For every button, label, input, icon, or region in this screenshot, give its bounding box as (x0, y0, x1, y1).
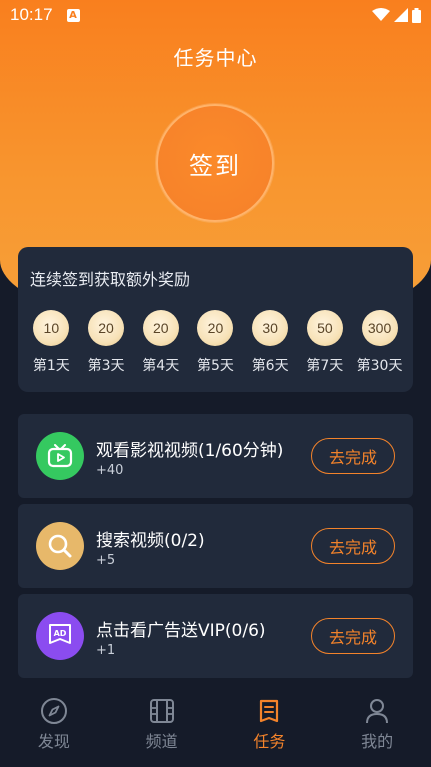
day-label: 第3天 (87, 358, 125, 374)
ad-icon: AD (36, 612, 84, 660)
tab-label: 发现 (37, 732, 70, 751)
task-name: 观看影视视频(1/60分钟) (96, 441, 284, 461)
status-time: 10:17 (10, 5, 53, 24)
task-card-watch-video: 观看影视视频(1/60分钟) +40 去完成 (18, 414, 413, 498)
streak-day: 20 第4天 (135, 310, 187, 375)
streak-day: 30 第6天 (244, 310, 296, 375)
task-reward: +40 (96, 463, 124, 478)
status-bar: 10:17 A (0, 0, 431, 30)
tab-mine[interactable]: 我的 (324, 686, 431, 767)
tab-label: 我的 (361, 732, 394, 751)
task-reward: +1 (96, 643, 116, 658)
complete-task-button[interactable]: 去完成 (311, 618, 395, 654)
signal-icon (394, 8, 408, 22)
day-label: 第1天 (32, 358, 70, 374)
day-label: 第6天 (251, 358, 289, 374)
tab-discover[interactable]: 发现 (0, 686, 107, 767)
tab-label: 频道 (145, 732, 178, 751)
battery-icon (412, 7, 421, 23)
streak-rewards-card: 连续签到获取额外奖励 10 第1天 20 第3天 20 第4天 20 第5天 3… (18, 247, 413, 392)
tab-label: 任务 (253, 732, 286, 751)
streak-day: 10 第1天 (25, 310, 77, 375)
reward-coin: 300 (361, 310, 398, 346)
day-label: 第5天 (196, 358, 234, 374)
status-icons (372, 7, 421, 23)
tv-icon (36, 432, 84, 480)
user-icon (366, 699, 389, 724)
tab-channel[interactable]: 频道 (108, 686, 215, 767)
notification-a-icon: A (66, 8, 80, 22)
streak-day: 300 第30天 (354, 310, 406, 375)
reward-coin: 10 (33, 310, 70, 346)
compass-icon (40, 698, 67, 724)
svg-text:AD: AD (54, 629, 67, 638)
tab-tasks[interactable]: 任务 (216, 686, 323, 767)
complete-task-button[interactable]: 去完成 (311, 438, 395, 474)
reward-coin: 20 (197, 310, 234, 346)
film-icon (149, 699, 174, 723)
wifi-icon (372, 8, 390, 21)
search-icon (36, 522, 84, 570)
streak-day: 20 第3天 (80, 310, 132, 375)
streak-day: 20 第5天 (189, 310, 241, 375)
task-card-watch-ad: AD 点击看广告送VIP(0/6) +1 去完成 (18, 594, 413, 678)
reward-coin: 20 (142, 310, 179, 346)
bottom-tab-bar: 发现 频道 任务 我的 (0, 686, 431, 767)
task-reward: +5 (96, 553, 116, 568)
day-label: 第7天 (306, 358, 344, 374)
complete-task-button[interactable]: 去完成 (311, 528, 395, 564)
reward-coin: 20 (88, 310, 125, 346)
task-name: 点击看广告送VIP(0/6) (96, 621, 266, 641)
task-card-search-video: 搜索视频(0/2) +5 去完成 (18, 504, 413, 588)
task-icon (260, 699, 279, 723)
task-name: 搜索视频(0/2) (96, 531, 205, 551)
streak-days: 10 第1天 20 第3天 20 第4天 20 第5天 30 第6天 50 第7… (18, 310, 413, 375)
checkin-button[interactable]: 签到 (156, 104, 274, 222)
streak-rewards-title: 连续签到获取额外奖励 (30, 270, 191, 289)
reward-coin: 50 (306, 310, 343, 346)
day-label: 第30天 (356, 358, 403, 374)
page-title: 任务中心 (173, 46, 258, 70)
streak-day: 50 第7天 (299, 310, 351, 375)
day-label: 第4天 (142, 358, 180, 374)
reward-coin: 30 (252, 310, 289, 346)
